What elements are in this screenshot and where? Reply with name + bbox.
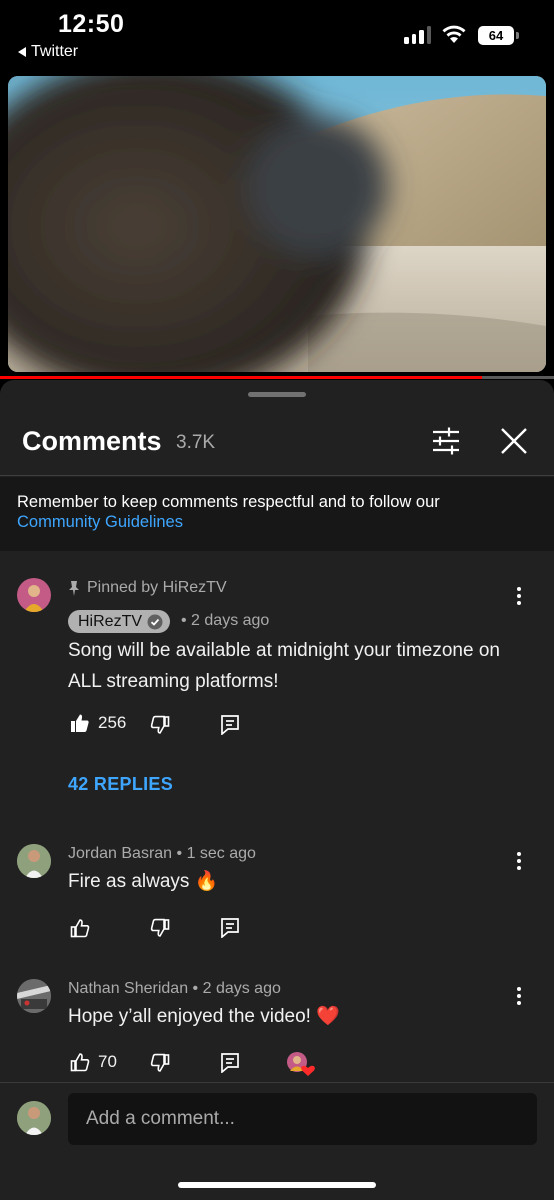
pin-icon <box>69 581 79 596</box>
drag-handle[interactable] <box>248 392 306 397</box>
status-bar: 12:50 Twitter 64 <box>0 0 554 72</box>
comment-text-body: Fire as always <box>68 871 190 892</box>
comment-time: • 2 days ago <box>192 980 281 997</box>
author-name: HiRezTV <box>78 612 143 630</box>
verified-check-icon <box>147 614 163 629</box>
creator-heart-badge <box>286 1051 316 1077</box>
user-avatar <box>17 1101 51 1135</box>
notice-text: Remember to keep comments respectful and… <box>17 493 440 511</box>
reply-icon[interactable] <box>220 1052 240 1073</box>
video-frame <box>8 76 546 372</box>
more-options-icon[interactable] <box>506 983 532 1009</box>
comment-text: Hope y’all enjoyed the video! ❤️ <box>68 1001 340 1032</box>
wifi-icon <box>442 25 466 43</box>
sort-filter-icon[interactable] <box>428 425 464 457</box>
comment-meta: Jordan Basran • 1 sec ago <box>68 845 256 863</box>
back-app-label: Twitter <box>31 43 79 60</box>
back-arrow-icon <box>18 47 26 57</box>
like-icon[interactable] <box>70 918 90 938</box>
comment-author[interactable]: Nathan Sheridan <box>68 980 188 997</box>
clock: 12:50 <box>58 10 125 38</box>
reply-icon[interactable] <box>220 917 240 938</box>
fire-emoji: 🔥 <box>194 871 219 892</box>
pinned-label: Pinned by HiRezTV <box>87 579 227 596</box>
comments-header: Comments 3.7K <box>0 410 554 476</box>
video-progress-bar[interactable] <box>0 376 554 379</box>
like-count: 256 <box>98 713 127 732</box>
community-guidelines-notice: Remember to keep comments respectful and… <box>0 477 554 551</box>
cellular-signal-icon <box>404 26 431 44</box>
dislike-icon[interactable] <box>150 715 170 735</box>
like-filled-icon <box>71 714 89 732</box>
more-options-icon[interactable] <box>506 583 532 609</box>
comment-text-body: Hope y’all enjoyed the video! <box>68 1006 311 1027</box>
comment-time: • 2 days ago <box>181 612 270 629</box>
like-count: 70 <box>98 1052 117 1071</box>
like-button[interactable]: 70 <box>70 1052 117 1072</box>
comment-time: • 1 sec ago <box>176 845 256 862</box>
add-comment-bar: Add a comment... <box>0 1082 554 1200</box>
heart-emoji: ❤️ <box>316 1006 340 1027</box>
comment-meta: Nathan Sheridan • 2 days ago <box>68 980 281 998</box>
comment-text: Song will be available at midnight your … <box>68 640 500 692</box>
like-button[interactable]: 256 <box>70 713 126 733</box>
like-icon <box>70 1053 90 1072</box>
creator-heart-icon <box>287 1052 315 1076</box>
community-guidelines-link[interactable]: Community Guidelines <box>17 512 537 532</box>
home-indicator[interactable] <box>178 1182 376 1188</box>
pinned-indicator: Pinned by HiRezTV <box>68 579 227 597</box>
comments-title: Comments <box>22 426 162 456</box>
avatar[interactable] <box>17 578 51 612</box>
battery-icon: 64 <box>478 26 519 45</box>
video-progress-fill <box>0 376 482 379</box>
dislike-icon[interactable] <box>150 1053 170 1073</box>
comments-count: 3.7K <box>176 432 216 453</box>
comment-author[interactable]: Jordan Basran <box>68 845 172 862</box>
comment-text: Fire as always 🔥 <box>68 866 218 897</box>
avatar[interactable] <box>17 979 51 1013</box>
dislike-icon[interactable] <box>150 918 170 938</box>
more-options-icon[interactable] <box>506 848 532 874</box>
close-icon[interactable] <box>496 424 532 458</box>
avatar[interactable] <box>17 844 51 878</box>
add-comment-input[interactable]: Add a comment... <box>68 1093 537 1145</box>
reply-icon[interactable] <box>220 714 240 735</box>
author-chip[interactable]: HiRezTV <box>68 610 171 633</box>
back-to-app-button[interactable]: Twitter <box>18 43 78 61</box>
view-replies-button[interactable]: 42 REPLIES <box>68 774 173 795</box>
video-player[interactable] <box>8 76 546 372</box>
